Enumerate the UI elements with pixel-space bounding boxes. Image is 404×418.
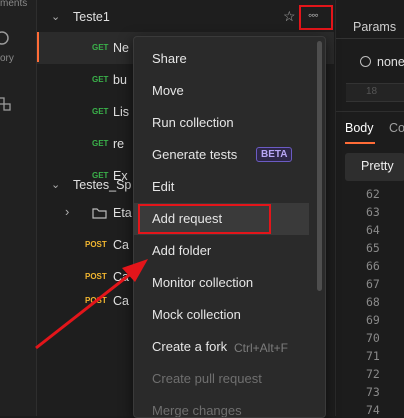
menu-item-label: Run collection	[152, 115, 234, 130]
menu-item-label: Share	[152, 51, 187, 66]
divider	[336, 38, 404, 39]
menu-item-move[interactable]: Move	[134, 75, 309, 107]
menu-item-mock-collection[interactable]: Mock collection	[134, 299, 309, 331]
menu-item-label: Generate tests	[152, 147, 238, 162]
menu-scrollbar[interactable]	[317, 41, 322, 291]
method-badge: POST	[85, 272, 107, 281]
method-badge: GET	[92, 75, 109, 84]
menu-item-monitor-collection[interactable]: Monitor collection	[134, 267, 309, 299]
collection-row-teste1[interactable]: ⌄ Teste1 ☆ ◦◦◦	[37, 1, 334, 33]
collection-name: Testes_Sp	[73, 178, 132, 192]
line-number: 69	[366, 313, 380, 327]
method-badge: POST	[85, 240, 107, 249]
rail-label-2[interactable]: ory	[0, 53, 14, 64]
chevron-right-icon[interactable]: ›	[65, 204, 69, 219]
request-name: Ca	[113, 270, 129, 284]
line-number: 64	[366, 223, 380, 237]
line-number: 67	[366, 277, 380, 291]
request-name: bu	[113, 73, 127, 87]
chevron-down-icon[interactable]: ⌄	[51, 178, 60, 191]
folder-name: Eta	[113, 206, 132, 220]
method-badge: GET	[92, 107, 109, 116]
collection-name: Teste1	[73, 10, 110, 24]
request-name: Ca	[113, 294, 129, 308]
active-tab-underline	[345, 142, 375, 144]
request-name: Ne	[113, 41, 129, 55]
rail-label-1[interactable]: ments	[0, 0, 27, 9]
star-icon[interactable]: ☆	[283, 8, 296, 25]
line-number: 62	[366, 187, 380, 201]
line-number: 72	[366, 367, 380, 381]
menu-item-merge-changes: Merge changes	[134, 395, 309, 417]
menu-item-label: Edit	[152, 179, 175, 194]
menu-item-label: Monitor collection	[152, 275, 254, 290]
line-number: 63	[366, 205, 380, 219]
menu-item-label: Mock collection	[152, 307, 241, 322]
menu-item-label: Add request	[152, 211, 223, 226]
pretty-button[interactable]: Pretty	[345, 153, 404, 181]
more-icon: ◦◦◦	[308, 8, 319, 22]
apis-icon[interactable]	[0, 96, 14, 114]
hidden-line-number: 18	[366, 86, 378, 97]
request-name: Ca	[113, 238, 129, 252]
line-number: 73	[366, 385, 380, 399]
request-name: re	[113, 137, 125, 151]
shortcut-hint: Ctrl+Alt+F	[234, 341, 289, 355]
menu-item-label: Create pull request	[152, 371, 262, 386]
menu-item-label: Create a fork	[152, 339, 228, 354]
request-editor-panel: Params none 18 Body Co Pretty 62 63 64 6…	[335, 0, 404, 417]
menu-item-create-fork[interactable]: Create a fork Ctrl+Alt+F	[134, 331, 309, 363]
chevron-down-icon[interactable]: ⌄	[51, 10, 60, 23]
menu-item-share[interactable]: Share	[134, 43, 309, 75]
line-number: 70	[366, 331, 380, 345]
radio-none[interactable]	[360, 56, 371, 67]
active-indicator	[37, 32, 39, 62]
menu-item-label: Move	[152, 83, 184, 98]
request-name: Lis	[113, 105, 129, 119]
pretty-label: Pretty	[361, 159, 394, 173]
menu-item-generate-tests[interactable]: Generate tests BETA	[134, 139, 309, 171]
tab-body[interactable]: Body	[345, 121, 374, 135]
tab-cookies[interactable]: Co	[389, 121, 404, 135]
history-icon[interactable]	[0, 30, 10, 46]
radio-label: none	[377, 55, 404, 69]
folder-icon	[92, 208, 107, 219]
menu-item-edit[interactable]: Edit	[134, 171, 309, 203]
method-badge: GET	[92, 139, 109, 148]
menu-item-add-request[interactable]: Add request	[134, 203, 309, 235]
line-number: 71	[366, 349, 380, 363]
collection-context-menu: Share Move Run collection Generate tests…	[133, 36, 326, 418]
menu-item-create-pull-request: Create pull request	[134, 363, 309, 395]
menu-item-label: Add folder	[152, 243, 212, 258]
line-number: 66	[366, 259, 380, 273]
response-body: 62 63 64 65 66 67 68 69 70 71 72 73 74	[336, 186, 404, 417]
line-number: 74	[366, 403, 380, 417]
method-badge: POST	[85, 296, 107, 305]
beta-badge: BETA	[256, 147, 293, 162]
menu-item-add-folder[interactable]: Add folder	[134, 235, 309, 267]
line-number: 65	[366, 241, 380, 255]
left-icon-rail: ments ory	[0, 0, 37, 416]
tab-params[interactable]: Params	[353, 20, 396, 34]
divider	[336, 111, 404, 112]
more-actions-button[interactable]: ◦◦◦	[299, 5, 333, 30]
line-number: 68	[366, 295, 380, 309]
menu-item-run-collection[interactable]: Run collection	[134, 107, 309, 139]
method-badge: GET	[92, 43, 109, 52]
